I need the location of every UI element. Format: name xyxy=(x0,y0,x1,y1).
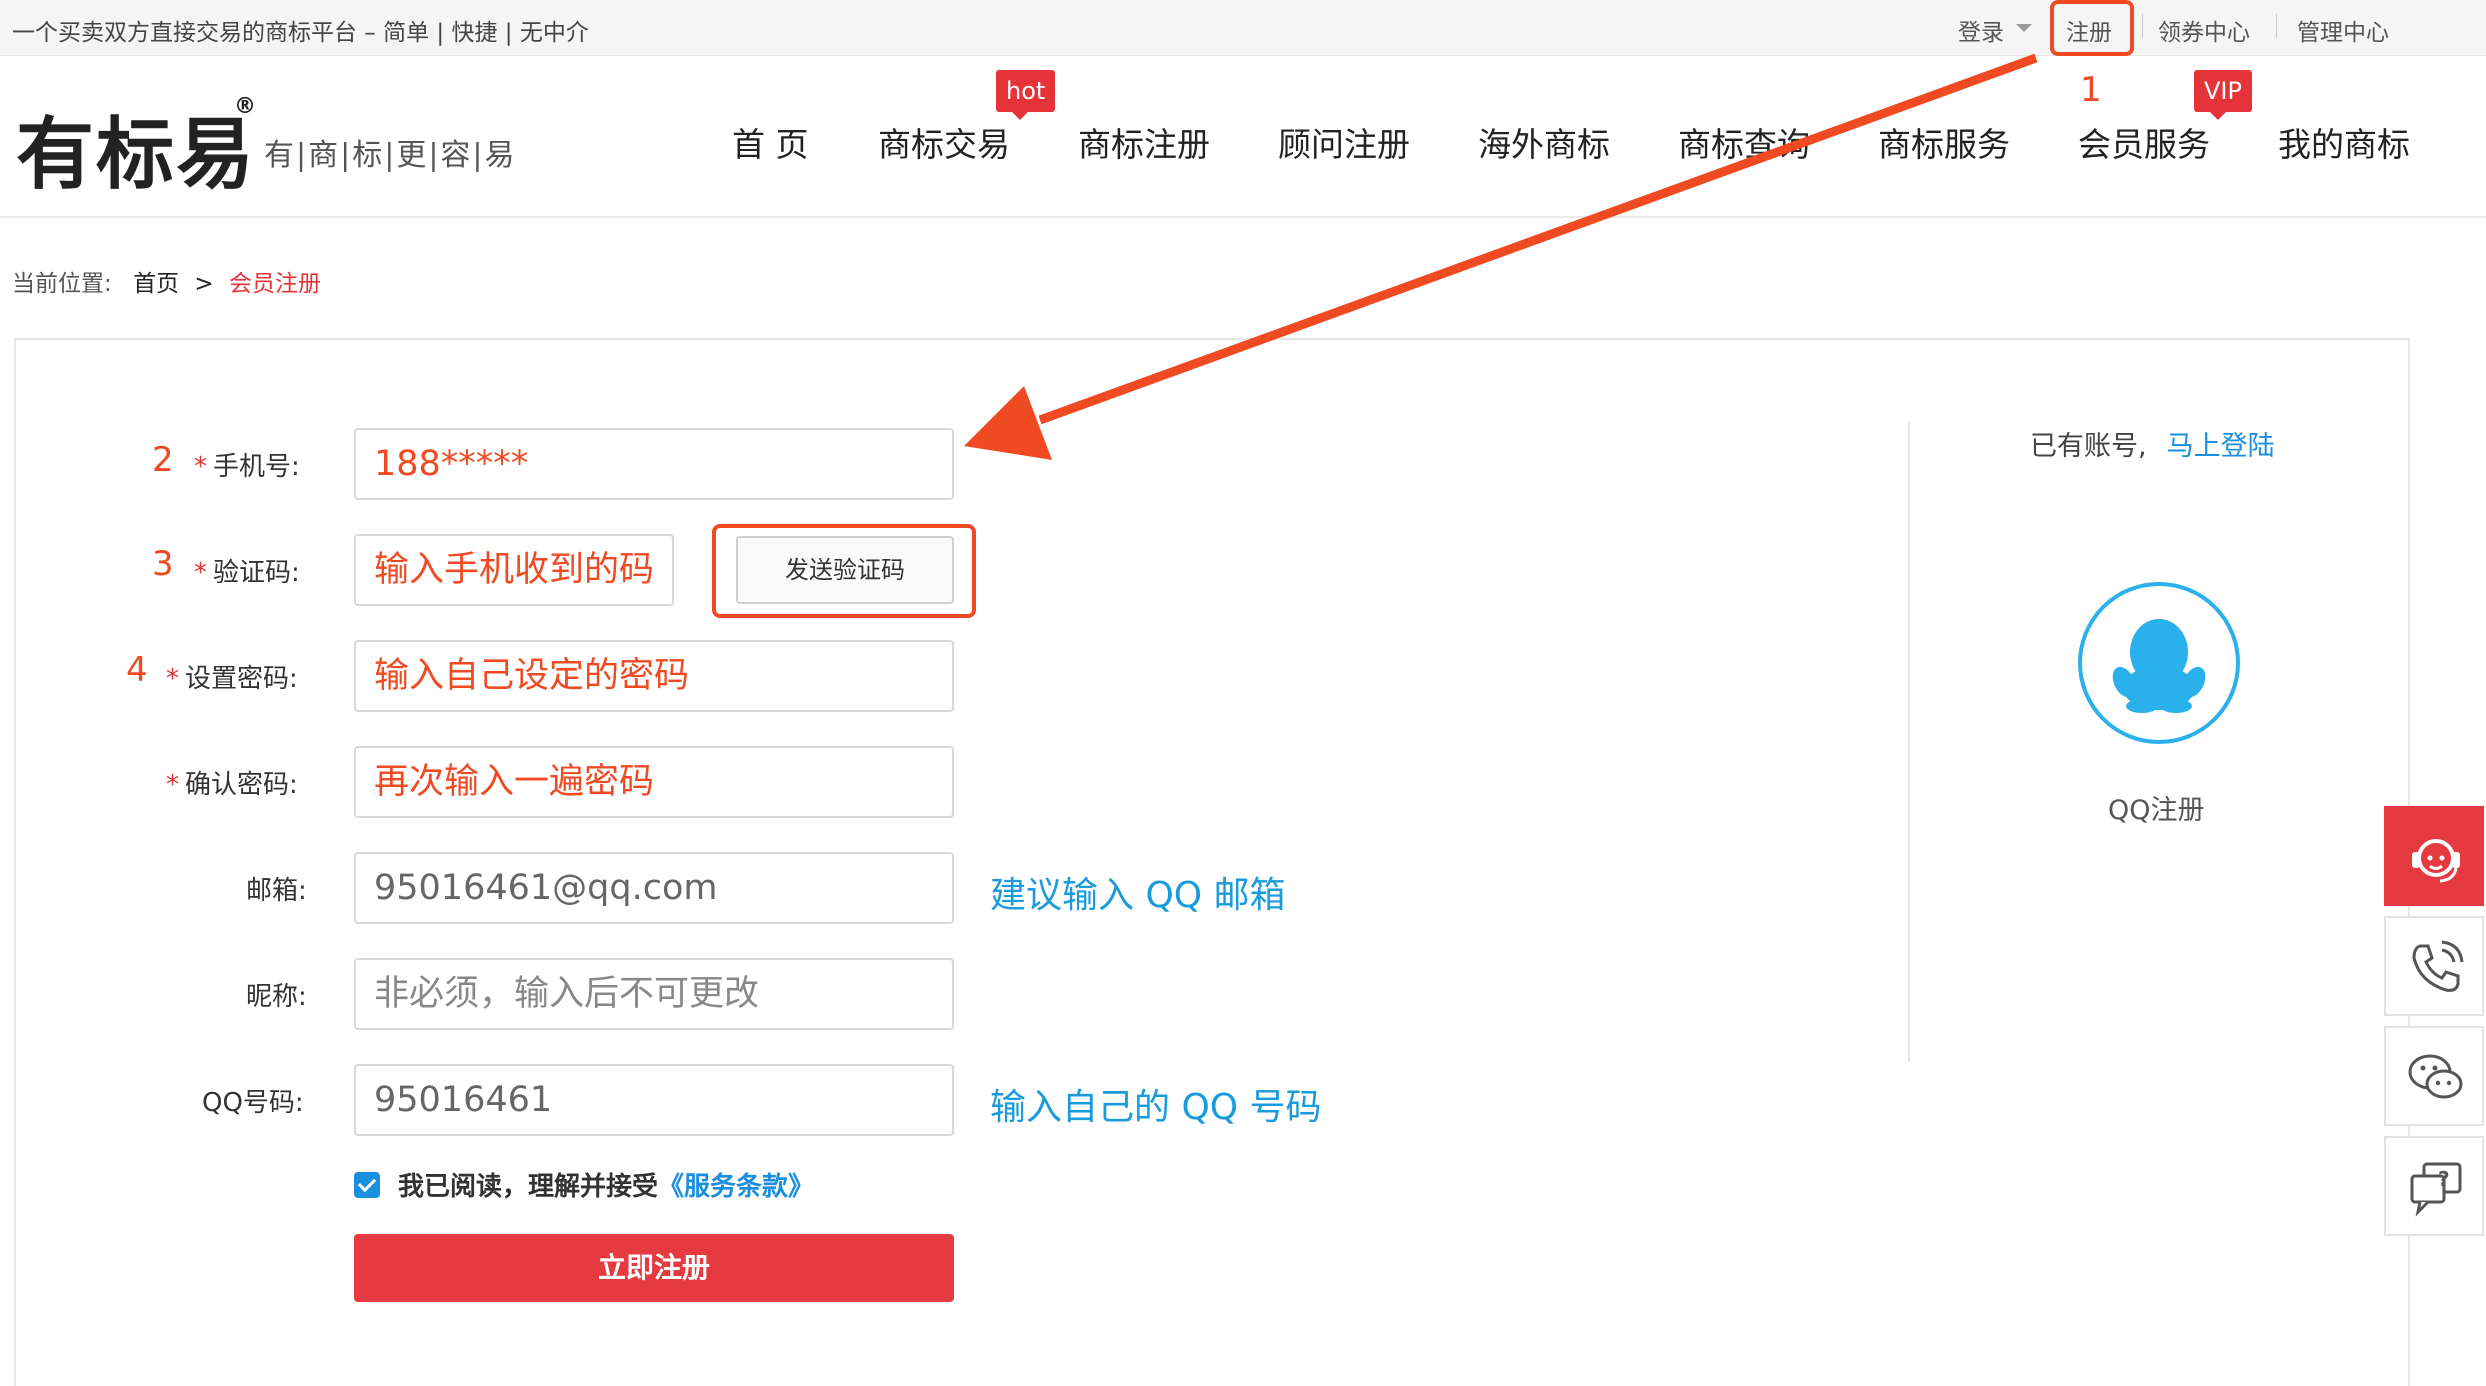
nav-member-service[interactable]: 会员服务 xyxy=(2078,118,2210,166)
nav-trademark-service[interactable]: 商标服务 xyxy=(1878,118,2010,166)
hot-badge: hot xyxy=(996,70,1056,120)
required-mark: * xyxy=(194,452,207,482)
password-label: * 设置密码: xyxy=(166,664,298,694)
confirm-password-label: * 确认密码: xyxy=(166,770,298,800)
qq-register-button[interactable] xyxy=(2078,582,2240,744)
customer-service-button[interactable] xyxy=(2384,806,2484,906)
confirm-password-input[interactable]: 再次输入一遍密码 xyxy=(354,746,954,818)
have-account-prompt: 已有账号, 马上登陆 xyxy=(2030,424,2275,463)
have-account-text: 已有账号, xyxy=(2030,431,2147,462)
breadcrumb: 当前位置: 首页 > 会员注册 xyxy=(12,264,321,298)
breadcrumb-separator: > xyxy=(194,271,214,297)
help-button[interactable]: ? xyxy=(2384,1136,2484,1236)
annotation-number-1: 1 xyxy=(2080,70,2102,110)
annotation-number-2: 2 xyxy=(152,440,174,480)
chevron-down-icon[interactable] xyxy=(2016,24,2032,32)
site-logo[interactable]: 有标易 xyxy=(16,92,256,204)
customer-service-icon xyxy=(2412,839,2460,883)
qq-register-label: QQ注册 xyxy=(2108,795,2205,826)
annotation-number-3: 3 xyxy=(152,544,174,584)
coupon-center-link[interactable]: 领券中心 xyxy=(2158,13,2250,47)
registered-mark: ® xyxy=(234,94,256,119)
phone-label: * 手机号: xyxy=(194,452,300,482)
nav-home[interactable]: 首 页 xyxy=(732,118,809,166)
register-submit-button[interactable]: 立即注册 xyxy=(354,1234,954,1302)
wechat-icon xyxy=(2408,1054,2463,1099)
email-label: 邮箱: xyxy=(246,876,307,906)
verification-code-input[interactable]: 输入手机收到的码 xyxy=(354,534,674,606)
breadcrumb-label: 当前位置: xyxy=(12,271,112,297)
required-mark: * xyxy=(166,664,179,694)
site-slogan: 一个买卖双方直接交易的商标平台 – 简单 | 快捷 | 无中介 xyxy=(12,20,589,46)
terms-link[interactable]: 《服务条款》 xyxy=(658,1172,814,1202)
agree-text: 我已阅读，理解并接受 xyxy=(398,1172,659,1202)
site-header: 有标易 ® 有|商|标|更|容|易 首 页 商标交易 hot 商标注册 顾问注册… xyxy=(0,56,2486,218)
top-utility-bar: 一个买卖双方直接交易的商标平台 – 简单 | 快捷 | 无中介 登录 注册 领券… xyxy=(0,0,2486,56)
send-code-button[interactable]: 发送验证码 xyxy=(736,536,954,604)
vertical-divider xyxy=(1908,422,1910,1062)
checkbox-checked-icon[interactable] xyxy=(354,1171,380,1198)
annotation-number-4: 4 xyxy=(126,650,148,690)
nav-trademark-trade[interactable]: 商标交易 xyxy=(878,118,1010,166)
wechat-button[interactable] xyxy=(2384,1026,2484,1126)
login-link[interactable]: 登录 xyxy=(1958,13,2004,47)
nav-consultant-register[interactable]: 顾问注册 xyxy=(1278,118,1410,166)
logo-tagline: 有|商|标|更|容|易 xyxy=(264,138,517,173)
nickname-label: 昵称: xyxy=(246,982,307,1012)
manage-center-link[interactable]: 管理中心 xyxy=(2297,13,2389,47)
login-now-link[interactable]: 马上登陆 xyxy=(2167,431,2275,462)
phone-button[interactable] xyxy=(2384,916,2484,1016)
nav-trademark-search[interactable]: 商标查询 xyxy=(1678,118,1810,166)
nickname-input[interactable]: 非必须，输入后不可更改 xyxy=(354,958,954,1030)
terms-agreement: 我已阅读，理解并接受《服务条款》 xyxy=(354,1166,814,1203)
code-label: * 验证码: xyxy=(194,558,300,588)
phone-icon xyxy=(2412,940,2464,992)
divider xyxy=(2276,14,2277,38)
nav-my-trademark[interactable]: 我的商标 xyxy=(2278,118,2410,166)
password-input[interactable]: 输入自己设定的密码 xyxy=(354,640,954,712)
email-input[interactable]: 95016461@qq.com xyxy=(354,852,954,924)
qq-number-input[interactable]: 95016461 xyxy=(354,1064,954,1136)
email-hint: 建议输入 QQ 邮箱 xyxy=(990,875,1286,916)
required-mark: * xyxy=(194,558,207,588)
nav-overseas-trademark[interactable]: 海外商标 xyxy=(1478,118,1610,166)
register-highlight-box xyxy=(2050,0,2134,56)
breadcrumb-current: 会员注册 xyxy=(228,271,321,297)
qq-number-label: QQ号码: xyxy=(202,1088,304,1118)
nav-trademark-register[interactable]: 商标注册 xyxy=(1078,118,1210,166)
phone-input[interactable]: 188***** xyxy=(354,428,954,500)
svg-text:?: ? xyxy=(2438,1167,2450,1191)
help-icon: ? xyxy=(2410,1162,2462,1217)
breadcrumb-home[interactable]: 首页 xyxy=(133,271,179,297)
qq-penguin-icon xyxy=(2112,619,2206,713)
vip-badge: VIP xyxy=(2194,70,2252,120)
divider xyxy=(2142,14,2143,38)
qq-number-hint: 输入自己的 QQ 号码 xyxy=(990,1087,1322,1128)
required-mark: * xyxy=(166,770,179,800)
